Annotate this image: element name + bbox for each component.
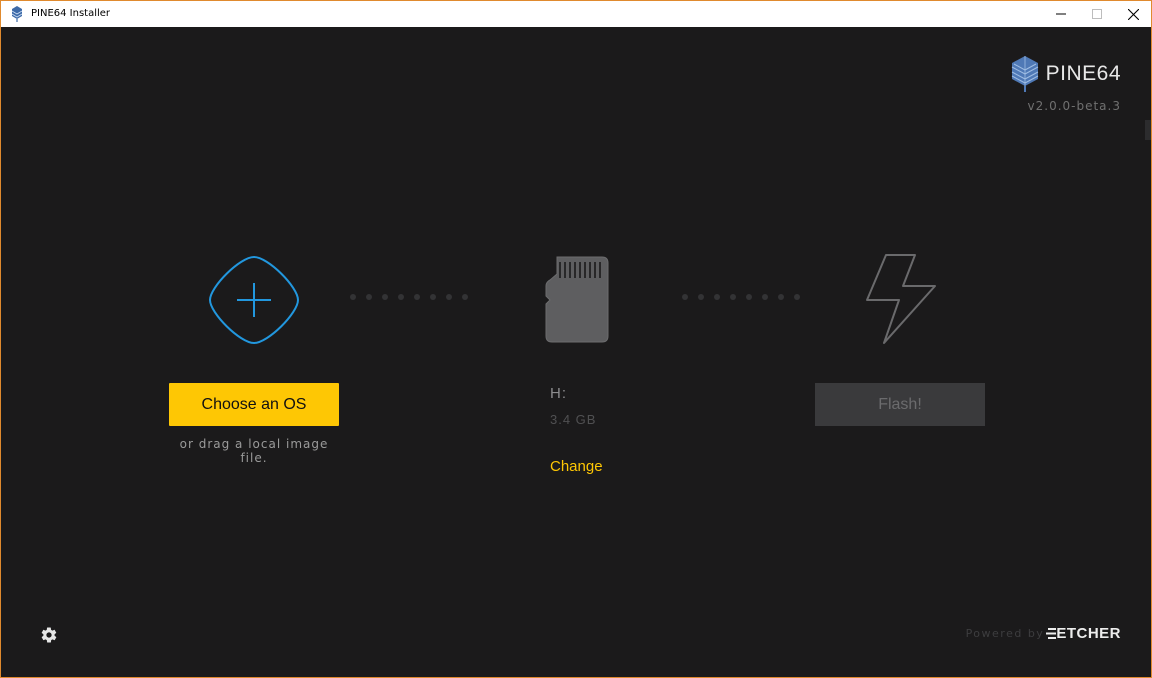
choose-os-button[interactable]: Choose an OS [169,383,339,426]
step-connector-2 [682,294,800,300]
maximize-button[interactable] [1079,1,1115,27]
window-title: PINE64 Installer [31,8,111,19]
close-button[interactable] [1115,1,1151,27]
title-bar[interactable]: PINE64 Installer [1,1,1151,27]
drive-name: H: [550,385,567,402]
brand-name: PINE64 [1045,62,1121,85]
change-drive-link[interactable]: Change [550,458,603,475]
drive-size: 3.4 GB [550,412,597,427]
maximize-icon [1092,9,1102,19]
app-window: PINE64 Installer PINE64 v2.0.0-beta.3 Ch… [0,0,1152,678]
scrollbar-thumb[interactable] [1145,120,1151,140]
close-icon [1127,8,1139,20]
pine64-logo-icon [1011,56,1038,92]
pine64-app-icon [11,6,23,22]
main-content: PINE64 v2.0.0-beta.3 Choose an OS or dra… [1,27,1151,677]
powered-by-etcher[interactable]: Powered by ETCHER [966,625,1121,642]
step-connector-1 [350,294,468,300]
lightning-icon [866,254,936,344]
etcher-speed-lines-icon [1046,628,1057,639]
flash-button[interactable]: Flash! [815,383,985,426]
powered-by-text: Powered by [965,627,1045,640]
minimize-button[interactable] [1043,1,1079,27]
gear-icon[interactable] [40,626,58,644]
etcher-wordmark: ETCHER [1056,625,1121,642]
brand-header: PINE64 v2.0.0-beta.3 [1010,55,1121,113]
add-image-icon[interactable] [208,255,300,345]
minimize-icon [1056,13,1066,15]
sd-card-icon[interactable] [544,256,610,344]
drag-image-hint: or drag a local image file. [179,437,329,465]
etcher-logo: ETCHER [1046,625,1121,642]
version-label: v2.0.0-beta.3 [1027,99,1121,113]
